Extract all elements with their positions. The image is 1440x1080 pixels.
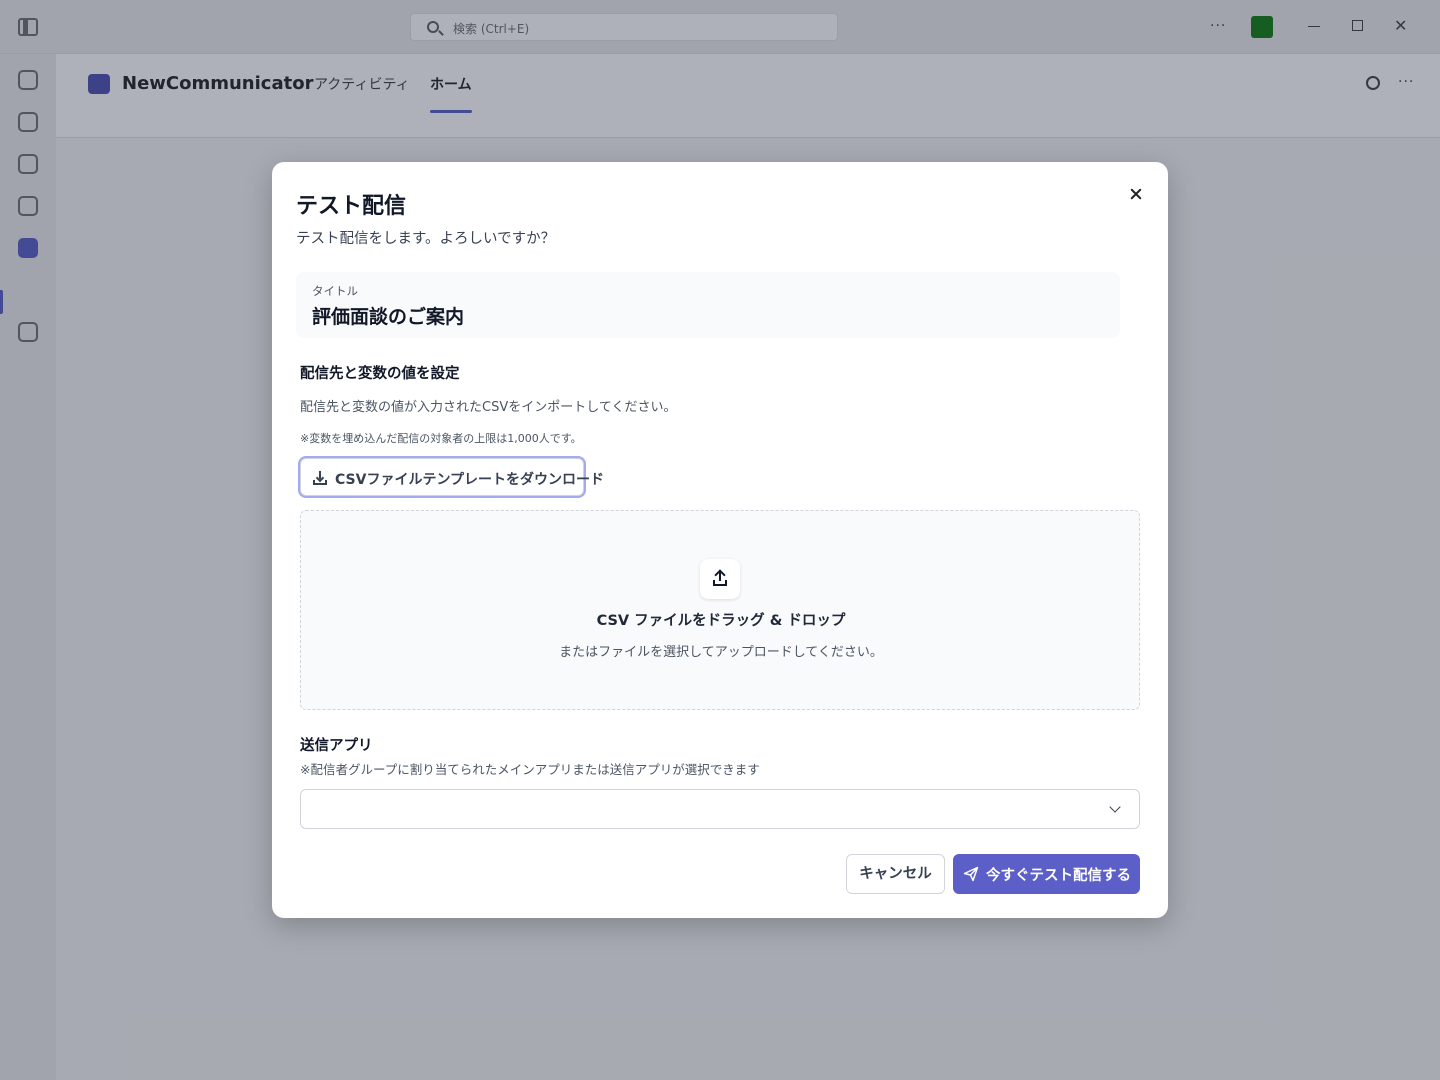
recipients-description: 配信先と変数の値が入力されたCSVをインポートしてください。 <box>300 400 677 415</box>
close-icon[interactable] <box>1124 182 1148 206</box>
send-icon <box>963 866 979 882</box>
title-field-label: タイトル <box>312 284 358 298</box>
upload-icon <box>700 559 740 599</box>
title-field-value: 評価面談のご案内 <box>312 306 465 328</box>
cancel-button[interactable]: キャンセル <box>846 854 945 894</box>
dropzone-title: CSV ファイルをドラッグ & ドロップ <box>596 613 846 629</box>
dropzone-description: またはファイルを選択してアップロードしてください。 <box>559 645 883 660</box>
csv-dropzone[interactable]: CSV ファイルをドラッグ & ドロップ またはファイルを選択してアップロードし… <box>300 510 1140 710</box>
send-app-select[interactable] <box>300 789 1140 829</box>
download-template-label: CSVファイルテンプレートをダウンロード <box>335 472 605 488</box>
send-test-now-button[interactable]: 今すぐテスト配信する <box>953 854 1140 894</box>
send-test-now-label: 今すぐテスト配信する <box>986 868 1131 884</box>
test-delivery-dialog: テスト配信 テスト配信をします。よろしいですか？ タイトル 評価面談のご案内 配… <box>272 162 1168 918</box>
dialog-description: テスト配信をします。よろしいですか？ <box>296 231 556 247</box>
send-app-label: 送信アプリ <box>300 738 373 754</box>
download-template-button[interactable]: CSVファイルテンプレートをダウンロード <box>300 458 604 496</box>
send-app-note: ※配信者グループに割り当てられたメインアプリまたは送信アプリが選択できます <box>300 762 760 777</box>
chevron-down-icon <box>1109 801 1121 813</box>
dialog-title: テスト配信 <box>296 194 407 219</box>
recipients-heading: 配信先と変数の値を設定 <box>300 366 460 382</box>
title-field: タイトル 評価面談のご案内 <box>296 272 1120 338</box>
recipients-note: ※変数を埋め込んだ配信の対象者の上限は1,000人です。 <box>300 432 582 445</box>
download-icon <box>313 471 327 485</box>
